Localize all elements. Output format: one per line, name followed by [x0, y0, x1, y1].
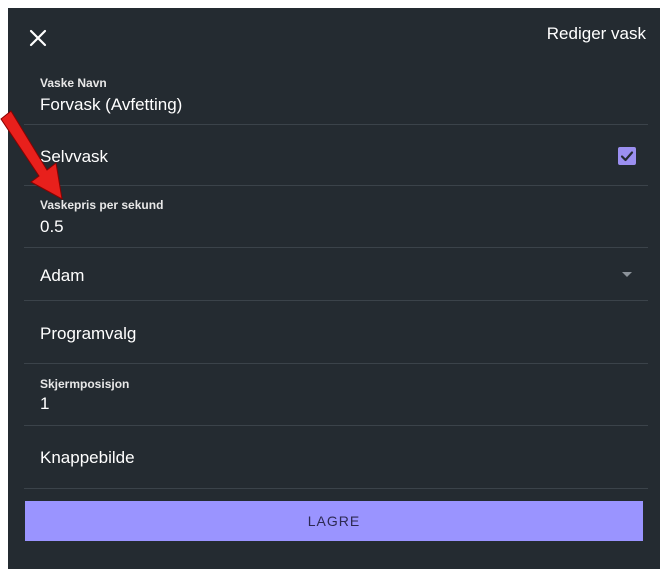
self-wash-checkbox[interactable] [618, 147, 636, 165]
wash-name-field[interactable]: Vaske Navn Forvask (Avfetting) [24, 66, 648, 125]
price-per-second-field[interactable]: Vaskepris per sekund 0.5 [24, 186, 648, 248]
machine-select[interactable]: Adam [24, 248, 648, 301]
dialog-title: Rediger vask [546, 24, 646, 43]
close-icon[interactable] [26, 26, 50, 50]
screen-position-field[interactable]: Skjermposisjon 1 [24, 364, 648, 426]
button-image-row[interactable]: Knappebilde [24, 426, 648, 489]
button-image-label: Knappebilde [40, 448, 135, 467]
annotation-arrow-icon [0, 110, 63, 200]
chevron-down-icon[interactable] [622, 272, 632, 277]
screen-position-label: Skjermposisjon [40, 377, 130, 391]
program-choice-row[interactable]: Programvalg [24, 301, 648, 364]
machine-select-value: Adam [40, 266, 85, 285]
wash-name-label: Vaske Navn [40, 76, 107, 90]
program-choice-label: Programvalg [40, 324, 137, 343]
screen-position-input[interactable]: 1 [40, 394, 49, 414]
price-per-second-input[interactable]: 0.5 [40, 217, 64, 237]
checkmark-icon [620, 151, 634, 162]
save-button[interactable]: LAGRE [25, 501, 643, 541]
edit-wash-dialog: Rediger vask Vaske Navn Forvask (Avfetti… [8, 8, 660, 569]
self-wash-row[interactable]: Selvvask [24, 125, 648, 186]
